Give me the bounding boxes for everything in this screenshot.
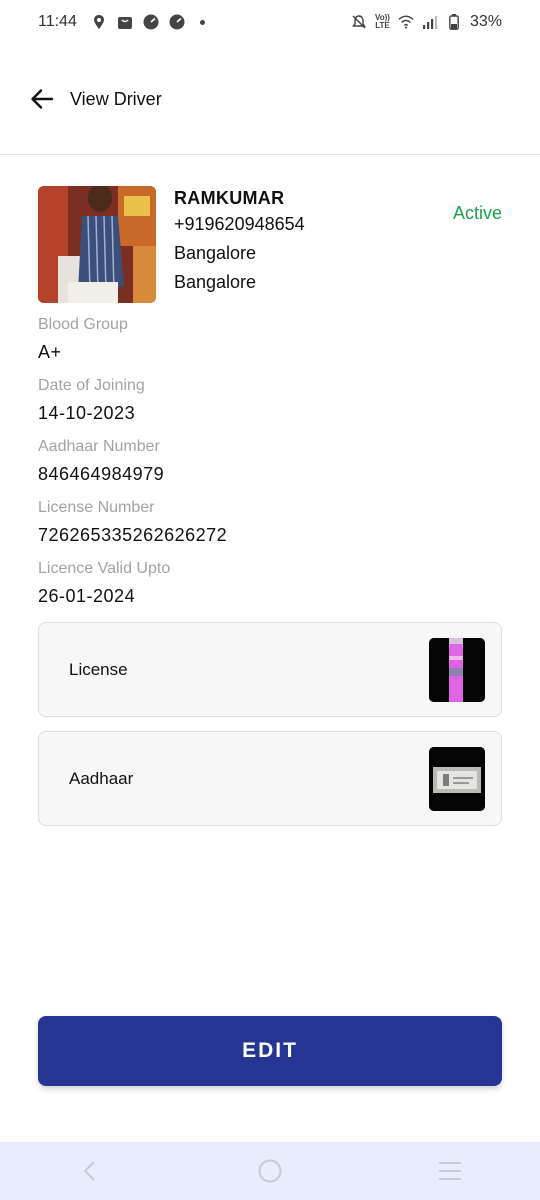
header-divider [0,154,540,155]
volte-icon: Vo)) LTE [375,14,390,30]
driver-state: Bangalore [174,272,257,292]
app-header: View Driver [0,70,540,128]
driver-info: RAMKUMAR +919620948654 Bangalore Bangalo… [174,186,305,297]
field-value: 14-10-2023 [38,403,136,423]
arrow-left-icon [31,89,54,109]
status-time: 11:44 [38,13,77,30]
status-left: 11:44 [38,13,211,31]
field-date-of-joining: Date of Joining 14-10-2023 [38,375,502,430]
wifi-icon [398,14,414,30]
page-title: View Driver [70,88,162,109]
mute-bell-icon [351,14,367,30]
driver-details: Blood Group A+ Date of Joining 14-10-202… [38,314,502,619]
home-circle-icon [258,1159,282,1183]
status-bar: 11:44 Vo)) LTE 33% [0,0,540,44]
battery-icon [446,14,462,30]
license-document-card[interactable]: License [38,622,502,717]
gauge-icon-2 [169,14,185,30]
aadhaar-thumbnail[interactable] [429,746,485,811]
field-value: 726265335262626272 [38,525,228,545]
chevron-left-icon [83,1161,95,1181]
driver-phone: +919620948654 [174,214,305,234]
field-value: 26-01-2024 [38,586,136,606]
signal-icon [422,14,438,30]
field-value: A+ [38,342,62,362]
field-license-number: License Number 726265335262626272 [38,497,502,552]
driver-city: Bangalore [174,243,257,263]
field-label: License Number [38,499,155,516]
document-label: License [69,659,128,679]
document-label: Aadhaar [69,768,134,788]
field-value: 846464984979 [38,464,165,484]
battery-percent: 33% [469,13,502,30]
status-right: Vo)) LTE 33% [351,13,502,31]
nav-recents-button[interactable] [420,1151,480,1191]
more-notifications-icon [195,14,211,30]
gauge-icon [143,14,159,30]
system-nav-bar [0,1142,540,1200]
field-label: Licence Valid Upto [38,560,171,577]
field-label: Date of Joining [38,377,145,394]
shopping-bag-icon [117,14,133,30]
field-blood-group: Blood Group A+ [38,314,502,369]
driver-photo[interactable] [38,186,156,303]
nav-home-button[interactable] [240,1151,300,1191]
license-thumbnail[interactable] [429,637,485,702]
menu-icon [439,1162,461,1180]
driver-profile: RAMKUMAR +919620948654 Bangalore Bangalo… [38,186,502,304]
field-licence-valid-upto: Licence Valid Upto 26-01-2024 [38,558,502,613]
aadhaar-document-card[interactable]: Aadhaar [38,731,502,826]
status-badge: Active [452,203,502,223]
volte-bottom: LTE [375,21,390,30]
field-label: Blood Group [38,316,128,333]
nav-back-button[interactable] [60,1151,120,1191]
back-button[interactable] [28,85,56,113]
edit-button[interactable]: EDIT [38,1016,502,1086]
field-aadhaar-number: Aadhaar Number 846464984979 [38,436,502,491]
field-label: Aadhaar Number [38,438,160,455]
driver-name: RAMKUMAR [174,188,285,208]
location-icon [91,14,107,30]
